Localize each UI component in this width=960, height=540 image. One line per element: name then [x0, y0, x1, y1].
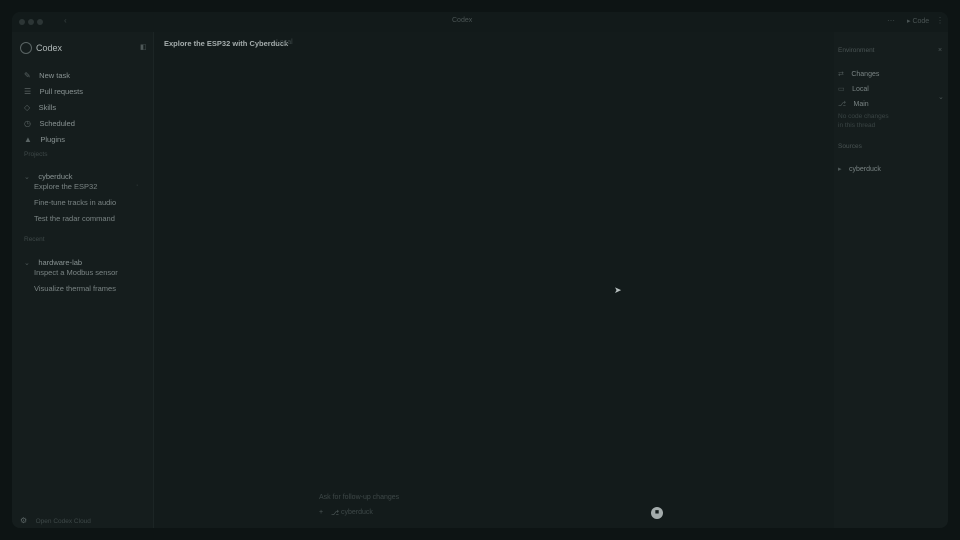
panel-item-label: Main — [853, 101, 869, 108]
sidebar-toggle-icon[interactable]: ◧ — [140, 43, 147, 51]
chevron-down-icon: ⌄ — [24, 174, 30, 181]
close-window-button[interactable] — [19, 19, 25, 25]
source-label: cyberduck — [848, 166, 881, 173]
pull-requests-icon: ☰ — [24, 87, 32, 96]
footer-cloud-link[interactable]: ⚙ Open Codex Cloud — [20, 510, 91, 528]
composer: Ask for follow-up changes + ⎇ cyberduck … — [309, 488, 679, 524]
thread-options-icon[interactable]: · — [136, 182, 138, 189]
settings-icon[interactable]: ⋯ — [887, 16, 895, 25]
panel-note: in this thread — [838, 122, 876, 129]
thread-item[interactable]: Test the radar command — [34, 214, 115, 223]
close-panel-icon[interactable]: × — [938, 47, 942, 54]
nav-label: Scheduled — [39, 119, 75, 128]
main-panel: Explore the ESP32 with Cyberduck Local A… — [154, 32, 834, 528]
maximize-window-button[interactable] — [37, 19, 43, 25]
project-name: hardware-lab — [38, 258, 83, 267]
mouse-cursor-icon: ➤ — [614, 285, 622, 295]
nav-plugins[interactable]: ▲ Plugins — [24, 129, 65, 147]
add-attachment-icon[interactable]: + — [319, 509, 323, 516]
nav-label: Skills — [38, 103, 57, 112]
laptop-icon: ▭ — [838, 86, 845, 93]
footer-label: Open Codex Cloud — [35, 518, 91, 525]
titlebar: ‹ Codex ⋯ ▸ Code ⋮ — [12, 12, 948, 32]
app-window: ‹ Codex ⋯ ▸ Code ⋮ Codex ◧ ✎ New task ☰ … — [12, 12, 948, 528]
branch-icon: ⎇ — [331, 510, 340, 517]
codex-logo-icon — [20, 42, 32, 54]
panel-note: No code changes — [838, 113, 889, 120]
panel-item-label: Changes — [851, 71, 880, 78]
schedule-icon: ◷ — [24, 119, 31, 128]
chevron-down-icon[interactable]: ⌄ — [938, 93, 944, 101]
more-icon[interactable]: ⋮ — [936, 16, 944, 25]
edit-icon: ✎ — [24, 71, 31, 80]
skills-icon: ◇ — [24, 103, 31, 112]
panel-header: Environment — [838, 47, 875, 54]
project-name: cyberduck — [38, 172, 73, 181]
nav-label: New task — [39, 71, 70, 80]
app-name: Codex — [36, 43, 63, 53]
branch-selector[interactable]: cyberduck — [341, 509, 373, 516]
section-heading-sources: Sources — [838, 143, 862, 150]
thread-item[interactable]: Fine-tune tracks in audio — [34, 198, 116, 207]
nav-label: Pull requests — [39, 87, 83, 96]
panel-item-label: Local — [852, 86, 869, 93]
cloud-icon: ⚙ — [20, 516, 28, 525]
plugins-icon: ▲ — [24, 135, 32, 144]
panel-item-main[interactable]: ⎇ Main — [838, 93, 869, 111]
code-button[interactable]: ▸ Code — [907, 17, 929, 25]
thread-location-badge: Local — [276, 39, 293, 46]
send-button[interactable]: ■ — [651, 507, 663, 519]
section-heading-recent: Recent — [24, 236, 45, 243]
thread-title: Explore the ESP32 with Cyberduck — [164, 39, 289, 48]
section-heading-projects: Projects — [24, 151, 48, 158]
chevron-down-icon: ⌄ — [24, 260, 30, 267]
code-button-label: Code — [912, 18, 930, 25]
thread-item[interactable]: Inspect a Modbus sensor — [34, 268, 118, 277]
folder-icon: ▸ — [838, 166, 842, 173]
back-arrow-icon[interactable]: ‹ — [64, 16, 67, 25]
thread-item[interactable]: Visualize thermal frames — [34, 284, 116, 293]
nav-label: Plugins — [40, 135, 65, 144]
window-title: Codex — [452, 17, 473, 24]
minimize-window-button[interactable] — [28, 19, 34, 25]
branch-icon: ⎇ — [838, 101, 847, 108]
diff-icon: ⇄ — [838, 71, 844, 78]
composer-input[interactable]: Ask for follow-up changes — [319, 494, 399, 501]
thread-item[interactable]: Explore the ESP32 — [34, 182, 97, 191]
right-panel: Environment × ⇄ Changes ▭ Local ⎇ Main ⌄… — [834, 32, 948, 528]
source-item[interactable]: ▸ cyberduck — [838, 158, 881, 176]
sidebar: Codex ◧ ✎ New task ☰ Pull requests ◇ Ski… — [12, 32, 154, 528]
